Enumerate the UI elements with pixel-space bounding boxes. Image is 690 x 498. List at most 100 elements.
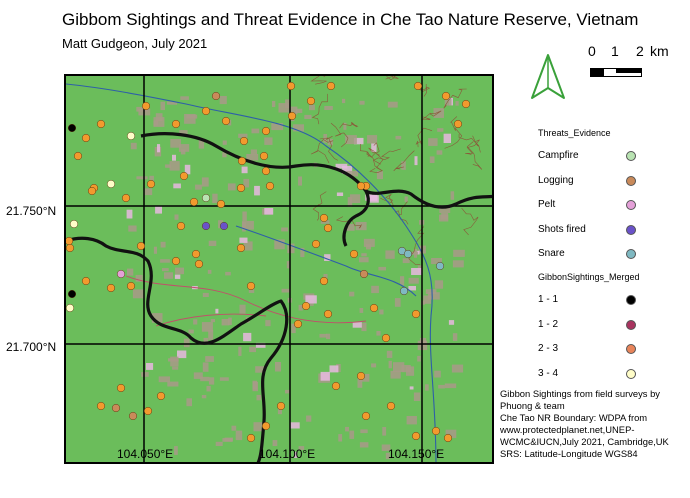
map-point xyxy=(319,213,329,223)
north-arrow-icon xyxy=(531,54,565,99)
map-point xyxy=(323,223,333,233)
map-point xyxy=(381,333,391,343)
bare-patch xyxy=(411,268,422,275)
bare-patch xyxy=(452,333,458,341)
legend-sighting-label: 2 - 3 xyxy=(538,343,559,354)
bare-patch xyxy=(359,257,369,263)
bare-patch xyxy=(201,177,209,187)
legend-sighting-swatch xyxy=(626,368,636,379)
map-point xyxy=(136,241,146,251)
map-point xyxy=(116,383,126,393)
bare-patch xyxy=(136,176,148,180)
bare-patch xyxy=(264,137,273,145)
bare-patch xyxy=(360,429,368,434)
bare-patch xyxy=(167,381,179,387)
bare-patch xyxy=(231,425,237,431)
bare-patch xyxy=(272,440,278,446)
credit-line: www.protectedplanet.net,UNEP- xyxy=(500,424,635,435)
bare-patch xyxy=(366,244,371,250)
map-point xyxy=(69,219,79,229)
bare-patch xyxy=(225,271,231,276)
bare-patch xyxy=(235,430,243,441)
bare-patch xyxy=(448,320,455,325)
bare-patch xyxy=(221,319,230,326)
bare-patch xyxy=(205,356,214,362)
bare-patch xyxy=(250,149,257,155)
map-point xyxy=(141,101,151,111)
bare-patch xyxy=(219,377,229,381)
bare-patch xyxy=(239,237,248,243)
bare-patch xyxy=(437,128,444,132)
map-point xyxy=(403,249,413,259)
bare-patch xyxy=(409,386,414,390)
bare-patch xyxy=(202,362,209,372)
bare-patch xyxy=(452,260,464,268)
lon-label-1: 104.050°E xyxy=(117,447,174,461)
bare-patch xyxy=(212,193,218,203)
bare-patch xyxy=(406,416,417,425)
bare-patch xyxy=(164,272,173,279)
bare-patch xyxy=(272,101,276,107)
map-point xyxy=(96,119,106,129)
map-point xyxy=(236,183,246,193)
bare-patch xyxy=(160,259,170,263)
map-point xyxy=(116,269,126,279)
bare-patch xyxy=(215,441,223,446)
bare-patch xyxy=(290,422,300,429)
lat-label-2: 21.700°N xyxy=(6,340,57,354)
credit-line: Gibbon Sightings from field surveys by xyxy=(500,388,660,399)
bare-patch xyxy=(326,333,331,340)
bare-patch xyxy=(361,253,367,257)
map-point xyxy=(443,433,453,443)
map-point xyxy=(331,381,341,391)
map-point xyxy=(66,236,74,246)
credit-line: Che Tao NR Boundary: WDPA from xyxy=(500,412,648,423)
map-point xyxy=(399,286,409,296)
bare-patch xyxy=(256,394,262,401)
contour-line xyxy=(310,76,327,85)
bare-patch xyxy=(450,191,455,200)
map-point xyxy=(237,156,247,166)
map-point xyxy=(236,243,246,253)
map-point xyxy=(306,96,316,106)
bare-patch xyxy=(404,196,408,202)
map-point xyxy=(179,171,189,181)
bare-patch xyxy=(414,156,418,166)
map-canvas[interactable] xyxy=(66,76,494,464)
bare-patch xyxy=(249,346,256,353)
bare-patch xyxy=(222,140,227,145)
bare-patch xyxy=(264,208,274,215)
map-point xyxy=(73,151,83,161)
map-point xyxy=(356,371,366,381)
bare-patch xyxy=(319,333,327,338)
bare-patch xyxy=(186,114,198,119)
legend-threat-swatch xyxy=(626,249,636,259)
legend-threat-label: Logging xyxy=(538,174,574,186)
map-point xyxy=(106,283,116,293)
map-point xyxy=(411,431,421,441)
bare-patch xyxy=(423,295,431,304)
bare-patch xyxy=(170,356,179,367)
credit-line: WCMC&IUCN,July 2021, Cambridge,UK xyxy=(500,436,669,447)
bare-patch xyxy=(378,266,386,271)
legend-threat-swatch xyxy=(626,224,636,235)
bare-patch xyxy=(304,114,312,119)
bare-patch xyxy=(402,258,410,264)
map-point xyxy=(96,401,106,411)
contour-line xyxy=(339,121,359,129)
bare-patch xyxy=(173,183,181,189)
legend-sighting-label: 3 - 4 xyxy=(538,367,559,379)
lon-label-2: 104.100°E xyxy=(259,447,316,461)
credits-block: Gibbon Sightings from field surveys by P… xyxy=(500,388,688,460)
bare-patch xyxy=(359,442,369,448)
bare-patch xyxy=(239,304,246,314)
scale-bar xyxy=(590,68,642,77)
map-frame[interactable] xyxy=(64,74,494,464)
legend-threat-label: Snare xyxy=(538,248,565,259)
bare-patch xyxy=(160,101,165,111)
bare-patch xyxy=(395,135,402,140)
map-point xyxy=(326,81,336,91)
map-point xyxy=(216,199,226,209)
map-point xyxy=(171,119,181,129)
bare-patch xyxy=(144,188,153,196)
